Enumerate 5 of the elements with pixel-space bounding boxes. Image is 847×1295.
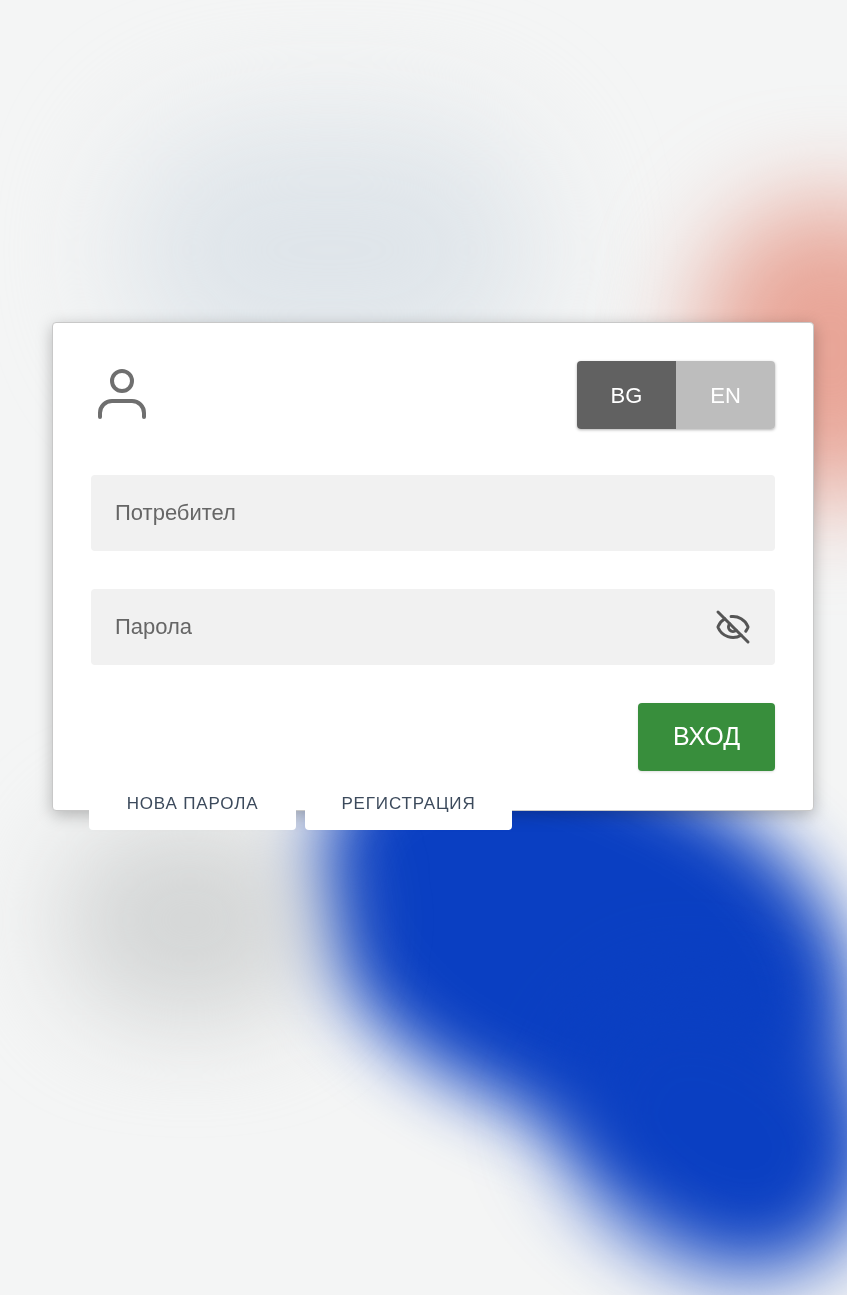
login-button[interactable]: ВХОД: [638, 703, 775, 771]
user-icon: [97, 367, 147, 419]
language-option[interactable]: BG: [577, 361, 676, 429]
eye-slash-icon[interactable]: [715, 609, 751, 645]
username-field[interactable]: Потребител: [91, 475, 775, 551]
